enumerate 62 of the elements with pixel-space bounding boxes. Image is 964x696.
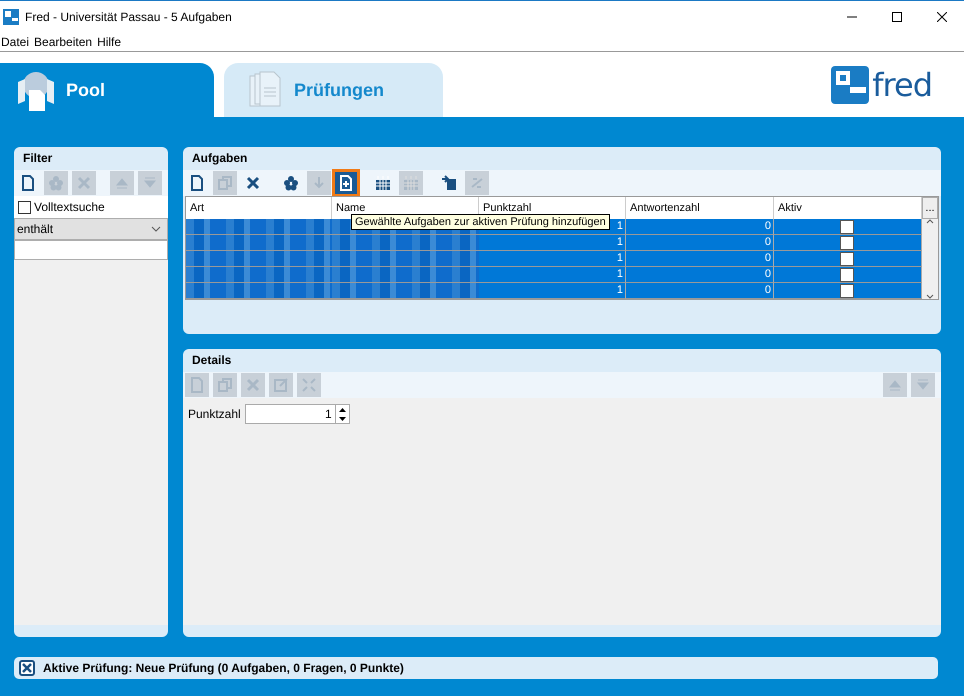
toolbar-button[interactable] (332, 169, 360, 197)
close-icon (76, 175, 92, 191)
tab[interactable]: Pool (0, 63, 214, 117)
logo-icon (830, 65, 870, 105)
grid-icon (403, 175, 419, 191)
edit-icon (273, 377, 289, 393)
chevron-down-icon[interactable] (926, 294, 934, 299)
table-cell: 0 (626, 219, 774, 235)
table-cell: 0 (626, 251, 774, 267)
number-field[interactable]: 1 (244, 404, 350, 424)
copy-icon (217, 175, 233, 191)
spin-down-icon[interactable] (338, 416, 346, 420)
new-document-icon (189, 175, 205, 191)
operator-dropdown[interactable]: enthält (14, 218, 168, 240)
chevron-down-icon (151, 226, 161, 232)
menu-item[interactable]: Datei (1, 34, 34, 48)
checkbox-label: Volltextsuche (34, 200, 105, 214)
menu-item[interactable]: Bearbeiten (34, 34, 98, 48)
grid-icon (375, 175, 391, 191)
flower-icon (283, 175, 299, 191)
checkbox[interactable] (840, 252, 854, 266)
menu-item[interactable]: Hilfe (97, 34, 126, 48)
scrollbar[interactable] (922, 219, 938, 299)
filter-input-field[interactable] (14, 240, 168, 260)
checkbox[interactable] (840, 220, 854, 234)
table-cell: 0 (626, 235, 774, 251)
checkbox[interactable] (840, 268, 854, 282)
panel-title: Filter (22, 150, 54, 167)
more-button[interactable]: ... (922, 197, 938, 219)
new-document-icon (189, 377, 205, 393)
app-logo-icon (3, 8, 19, 24)
table-import-icon (441, 175, 457, 191)
fulltext-checkbox[interactable]: Volltextsuche (14, 196, 168, 218)
add-document-icon (338, 175, 354, 191)
tooltip: Gewählte Aufgaben zur aktiven Prüfung hinzufügen (351, 214, 610, 230)
panel-title: Aufgaben (191, 150, 248, 167)
panel-title: Details (191, 352, 232, 369)
copy-icon (217, 377, 233, 393)
status-text: Aktive Prüfung: Neue Prüfung (0 Aufgaben, 0 Fragen, 0 Punkte) (43, 661, 404, 675)
checkbox[interactable] (840, 236, 854, 250)
close-icon (936, 12, 946, 22)
expand-icon (301, 377, 317, 393)
spin-up-icon[interactable] (338, 408, 346, 412)
flower-icon (48, 175, 64, 191)
new-document-icon (20, 175, 36, 191)
table-cell: 1 (479, 251, 626, 267)
maximize-icon (892, 12, 902, 22)
field-label: Punktzahl (188, 407, 241, 421)
close-icon (245, 175, 261, 191)
table-cell: 1 (479, 283, 626, 299)
close-icon (22, 663, 32, 673)
table-cell: 1 (479, 235, 626, 251)
checkbox[interactable] (18, 200, 31, 214)
table-cell: 0 (626, 267, 774, 283)
window-title: Fred - Universität Passau - 5 Aufgaben (25, 10, 232, 24)
table-cell: 0 (626, 283, 774, 299)
close-exam-button[interactable] (19, 660, 35, 676)
table-cell: 1 (479, 267, 626, 283)
chevron-up-icon[interactable] (926, 219, 934, 224)
logo-text: fred (872, 69, 932, 101)
close-icon (245, 377, 261, 393)
checkbox[interactable] (840, 284, 854, 298)
